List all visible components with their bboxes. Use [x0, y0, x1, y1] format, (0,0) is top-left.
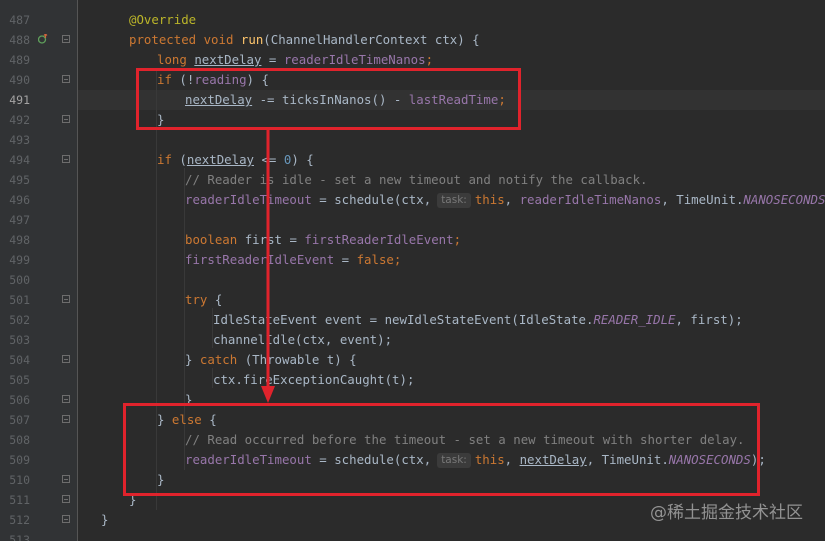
line-number: 498: [9, 233, 30, 247]
watermark: @稀土掘金技术社区: [650, 503, 803, 523]
line-number: 506: [9, 393, 30, 407]
line-number: 510: [9, 473, 30, 487]
fold-toggle[interactable]: [62, 295, 70, 303]
code-line: channelIdle(ctx, event);: [78, 330, 825, 350]
code-text: firstReaderIdleEvent = false;: [185, 252, 402, 267]
line-number: 499: [9, 253, 30, 267]
line-number: 500: [9, 273, 30, 287]
line-number: 494: [9, 153, 30, 167]
line-number: 512: [9, 513, 30, 527]
fold-toggle[interactable]: [62, 115, 70, 123]
line-number: 493: [9, 133, 30, 147]
comment-text: // Reader is idle - set a new timeout an…: [185, 172, 648, 187]
line-number: 492: [9, 113, 30, 127]
annotation-text: @Override: [129, 12, 197, 27]
code-text: long nextDelay = readerIdleTimeNanos;: [157, 52, 434, 67]
line-number: 497: [9, 213, 30, 227]
code-text: protected void run(ChannelHandlerContext…: [129, 32, 480, 47]
code-text: readerIdleTimeout = schedule(ctx, task: th…: [185, 192, 825, 208]
flow-arrow: [261, 128, 275, 403]
fold-toggle[interactable]: [62, 75, 70, 83]
code-line: } catch (Throwable t) {: [78, 350, 825, 370]
fold-toggle[interactable]: [62, 475, 70, 483]
line-number: 504: [9, 353, 30, 367]
line-number: 502: [9, 313, 30, 327]
code-text: }: [101, 512, 109, 527]
code-editor[interactable]: @Override protected void run(ChannelHand…: [0, 0, 825, 541]
line-number: 507: [9, 413, 30, 427]
line-number: 495: [9, 173, 30, 187]
code-line: firstReaderIdleEvent = false;: [78, 250, 825, 270]
code-line: // Reader is idle - set a new timeout an…: [78, 170, 825, 190]
line-number: 491: [9, 93, 30, 107]
code-line: readerIdleTimeout = schedule(ctx, task: th…: [78, 190, 825, 210]
line-number: 487: [9, 13, 30, 27]
fold-toggle[interactable]: [62, 515, 70, 523]
code-line: boolean first = firstReaderIdleEvent;: [78, 230, 825, 250]
fold-toggle[interactable]: [62, 155, 70, 163]
override-method-icon[interactable]: [38, 34, 48, 44]
highlight-box-if-block: [136, 68, 521, 130]
highlight-box-else-block: [123, 403, 760, 496]
code-text: IdleStateEvent event = newIdleStateEvent…: [213, 312, 743, 327]
code-text: try {: [185, 292, 223, 307]
fold-toggle[interactable]: [62, 415, 70, 423]
code-line: @Override: [78, 10, 825, 30]
fold-toggle[interactable]: [62, 495, 70, 503]
line-number: 513: [9, 533, 30, 541]
line-number: 490: [9, 73, 30, 87]
line-number: 503: [9, 333, 30, 347]
line-number: 509: [9, 453, 30, 467]
line-number: 511: [9, 493, 30, 507]
fold-toggle[interactable]: [62, 395, 70, 403]
fold-toggle[interactable]: [62, 35, 70, 43]
parameter-hint: task:: [437, 193, 471, 208]
code-line: try {: [78, 290, 825, 310]
line-number: 508: [9, 433, 30, 447]
fold-toggle[interactable]: [62, 355, 70, 363]
code-line: ctx.fireExceptionCaught(t);: [78, 370, 825, 390]
code-text: channelIdle(ctx, event);: [213, 332, 393, 347]
code-line: long nextDelay = readerIdleTimeNanos;: [78, 50, 825, 70]
line-number: 496: [9, 193, 30, 207]
code-text: boolean first = firstReaderIdleEvent;: [185, 232, 462, 247]
line-number: 501: [9, 293, 30, 307]
line-number: 488: [9, 33, 30, 47]
line-number: 505: [9, 373, 30, 387]
line-number: 489: [9, 53, 30, 67]
code-line: IdleStateEvent event = newIdleStateEvent…: [78, 310, 825, 330]
code-line: if (nextDelay <= 0) {: [78, 150, 825, 170]
code-line: protected void run(ChannelHandlerContext…: [78, 30, 825, 50]
code-text: ctx.fireExceptionCaught(t);: [213, 372, 415, 387]
code-text: if (nextDelay <= 0) {: [157, 152, 314, 167]
